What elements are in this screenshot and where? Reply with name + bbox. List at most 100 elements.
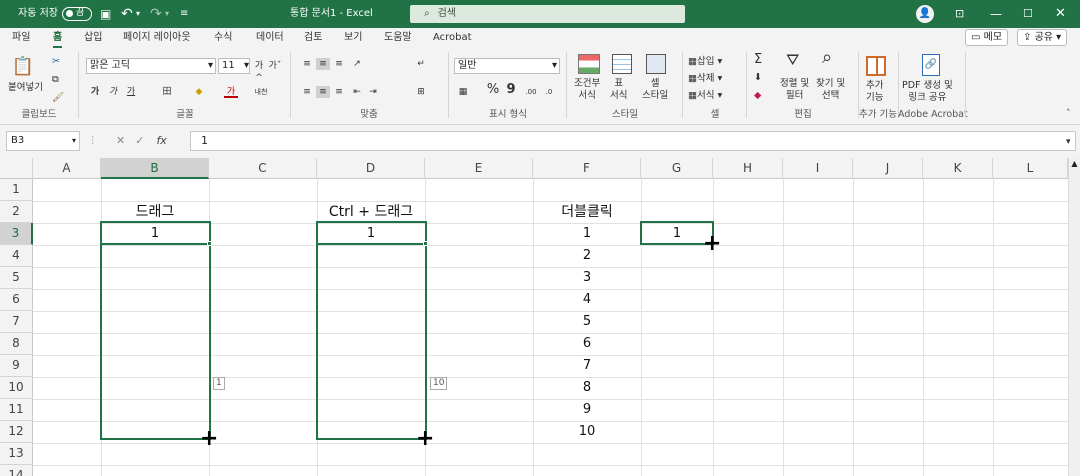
fill-color-icon[interactable]: ◆ xyxy=(192,86,206,98)
cancel-icon[interactable]: ✕ xyxy=(116,134,125,147)
addins-button[interactable]: 추가 기능 xyxy=(866,80,883,104)
cell-f11[interactable]: 9 xyxy=(533,399,641,421)
maximize-icon[interactable]: ☐ xyxy=(1023,0,1033,28)
tab-insert[interactable]: 삽입 xyxy=(84,31,102,47)
pdf-link-icon[interactable]: 🔗 xyxy=(922,54,940,76)
grow-font-icon[interactable]: 가^ xyxy=(252,60,266,83)
col-header-e[interactable]: E xyxy=(425,158,533,179)
scroll-up-icon[interactable]: ▲ xyxy=(1069,158,1080,170)
row-header-7[interactable]: 7 xyxy=(0,311,33,333)
col-header-a[interactable]: A xyxy=(33,158,101,179)
paste-icon[interactable]: 📋 xyxy=(10,54,36,80)
row-header-2[interactable]: 2 xyxy=(0,201,33,223)
redo-icon[interactable]: ↷ xyxy=(150,0,162,28)
create-pdf-button[interactable]: PDF 생성 및 링크 공유 xyxy=(902,80,953,104)
col-header-h[interactable]: H xyxy=(713,158,783,179)
tab-formulas[interactable]: 수식 xyxy=(214,31,232,47)
close-icon[interactable]: ✕ xyxy=(1055,0,1066,28)
search-box[interactable]: ⌕ 검색 xyxy=(410,5,685,23)
col-header-b[interactable]: B xyxy=(101,158,209,179)
tab-page-layout[interactable]: 페이지 레이아웃 xyxy=(123,31,191,47)
row-header-5[interactable]: 5 xyxy=(0,267,33,289)
row-header-8[interactable]: 8 xyxy=(0,333,33,355)
row-header-3[interactable]: 3 xyxy=(0,223,33,245)
font-color-button[interactable]: 가 xyxy=(224,86,238,98)
cell-styles-button[interactable]: 셀 스타일 xyxy=(642,78,668,102)
cell-f6[interactable]: 4 xyxy=(533,289,641,311)
tab-acrobat[interactable]: Acrobat xyxy=(433,31,472,47)
cell-f10[interactable]: 8 xyxy=(533,377,641,399)
fill-handle[interactable] xyxy=(423,241,428,246)
shrink-font-icon[interactable]: 가ˇ xyxy=(268,60,282,72)
expand-formula-bar-icon[interactable]: ▾ xyxy=(1066,136,1071,148)
col-header-c[interactable]: C xyxy=(209,158,317,179)
addins-icon[interactable] xyxy=(866,56,886,76)
underline-button[interactable]: 가 xyxy=(124,86,138,98)
sort-filter-button[interactable]: 정렬 및 필터 xyxy=(780,78,809,102)
format-cells-button[interactable]: ▦서식 ▾ xyxy=(688,90,722,102)
align-middle-icon[interactable]: ≡ xyxy=(316,58,330,70)
name-box[interactable]: B3 ▾ xyxy=(6,131,80,151)
drag-fill-range[interactable] xyxy=(100,221,211,440)
col-header-f[interactable]: F xyxy=(533,158,641,179)
cut-icon[interactable]: ✂ xyxy=(52,56,60,68)
enter-icon[interactable]: ✓ xyxy=(135,134,144,147)
customize-toolbar-icon[interactable]: ≡ xyxy=(180,0,188,28)
font-name-select[interactable]: 맑은 고딕 ▾ xyxy=(86,58,216,74)
undo-dropdown-icon[interactable]: ▾ xyxy=(136,0,140,28)
cell-styles-icon[interactable] xyxy=(646,54,666,74)
col-header-d[interactable]: D xyxy=(317,158,425,179)
memo-button[interactable]: ▭ 메모 xyxy=(965,29,1009,46)
decrease-decimal-icon[interactable]: .0 xyxy=(542,86,556,98)
format-painter-icon[interactable]: 🖌 xyxy=(52,92,64,104)
row-header-1[interactable]: 1 xyxy=(0,179,33,201)
conditional-format-button[interactable]: 조건부 서식 xyxy=(574,78,600,102)
save-icon[interactable]: ▣ xyxy=(100,0,111,28)
conditional-format-icon[interactable] xyxy=(578,54,600,74)
minimize-icon[interactable]: — xyxy=(990,0,1002,28)
autosum-button[interactable]: Σ xyxy=(754,53,762,66)
italic-button[interactable]: 가 xyxy=(106,86,120,98)
decrease-indent-icon[interactable]: ⇤ xyxy=(350,86,364,98)
col-header-g[interactable]: G xyxy=(641,158,713,179)
share-button[interactable]: ⇪ 공유 ▾ xyxy=(1017,29,1068,46)
align-center-icon[interactable]: ≡ xyxy=(316,86,330,98)
undo-icon[interactable]: ↶ xyxy=(121,0,133,28)
fill-handle[interactable] xyxy=(207,241,212,246)
row-header-6[interactable]: 6 xyxy=(0,289,33,311)
spreadsheet-grid[interactable]: A B C D E F G H I J K L 1 2 3 4 5 6 7 8 … xyxy=(0,158,1068,476)
col-header-i[interactable]: I xyxy=(783,158,853,179)
tab-file[interactable]: 파일 xyxy=(12,31,30,47)
cell-f2[interactable]: 더블클릭 xyxy=(533,201,641,223)
col-header-j[interactable]: J xyxy=(853,158,923,179)
row-header-13[interactable]: 13 xyxy=(0,443,33,465)
merge-center-icon[interactable]: ⊞ xyxy=(414,86,428,98)
paste-button[interactable]: 붙여넣기 xyxy=(8,82,43,94)
restore-ribbon-icon[interactable]: ⊡ xyxy=(955,0,964,28)
align-left-icon[interactable]: ≡ xyxy=(300,86,314,98)
increase-decimal-icon[interactable]: .00 xyxy=(524,86,538,98)
formula-input[interactable]: 1 xyxy=(190,131,1076,151)
ctrl-drag-fill-range[interactable] xyxy=(316,221,427,440)
autosave-toggle[interactable]: 끔 xyxy=(62,7,92,21)
fill-icon[interactable]: ⬇ xyxy=(754,72,762,84)
insert-cells-button[interactable]: ▦삽입 ▾ xyxy=(688,56,722,68)
cell-f8[interactable]: 6 xyxy=(533,333,641,355)
wrap-text-icon[interactable]: ↵ xyxy=(414,58,428,70)
row-header-11[interactable]: 11 xyxy=(0,399,33,421)
clear-icon[interactable]: ◆ xyxy=(754,90,761,102)
cell-f12[interactable]: 10 xyxy=(533,421,641,443)
collapse-ribbon-icon[interactable]: ˆ xyxy=(1066,108,1071,120)
align-right-icon[interactable]: ≡ xyxy=(332,86,346,98)
format-as-table-button[interactable]: 표 서식 xyxy=(610,78,627,102)
cell-b2[interactable]: 드래그 xyxy=(101,201,209,223)
row-header-12[interactable]: 12 xyxy=(0,421,33,443)
cell-f5[interactable]: 3 xyxy=(533,267,641,289)
font-size-select[interactable]: 11 ▾ xyxy=(218,58,250,74)
avatar[interactable]: 👤 xyxy=(916,5,934,23)
bold-button[interactable]: 가 xyxy=(88,86,102,98)
copy-icon[interactable]: ⧉ xyxy=(52,74,59,86)
cell-d2[interactable]: Ctrl + 드래그 xyxy=(317,201,425,223)
align-bottom-icon[interactable]: ≡ xyxy=(332,58,346,70)
accounting-format-icon[interactable]: ▦ xyxy=(456,86,470,98)
